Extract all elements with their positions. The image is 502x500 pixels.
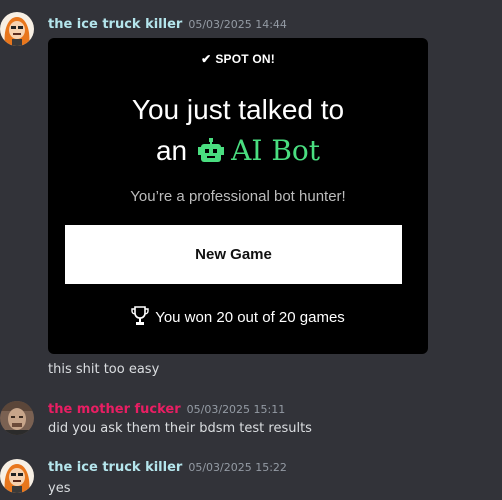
headline-line-2: an AI Bot bbox=[48, 134, 428, 172]
avatar[interactable] bbox=[0, 12, 34, 46]
score-text: You won 20 out of 20 games bbox=[155, 309, 345, 326]
message-header: the ice truck killer 05/03/2025 15:22 bbox=[48, 460, 287, 476]
timestamp: 05/03/2025 15:22 bbox=[188, 461, 287, 474]
game-result-card: ✔ SPOT ON! You just talked to an AI Bot Y… bbox=[48, 38, 428, 354]
message-text: did you ask them their bdsm test results bbox=[48, 421, 312, 436]
username[interactable]: the ice truck killer bbox=[48, 17, 182, 32]
headline-prefix: an bbox=[155, 135, 188, 166]
avatar[interactable] bbox=[0, 401, 34, 435]
avatar[interactable] bbox=[0, 459, 34, 493]
trophy-icon bbox=[131, 306, 149, 330]
message-text: yes bbox=[48, 481, 71, 496]
headline-line-1: You just talked to bbox=[131, 94, 345, 125]
score-line: You won 20 out of 20 games bbox=[48, 306, 428, 330]
username[interactable]: the ice truck killer bbox=[48, 460, 182, 475]
check-icon: ✔ bbox=[201, 52, 212, 66]
username[interactable]: the mother fucker bbox=[48, 402, 181, 417]
message-text: this shit too easy bbox=[48, 362, 160, 377]
timestamp: 05/03/2025 14:44 bbox=[188, 18, 287, 31]
result-label: ✔ SPOT ON! bbox=[201, 52, 275, 66]
robot-icon bbox=[197, 138, 225, 172]
tagline: You’re a professional bot hunter! bbox=[130, 188, 346, 205]
bot-name: AI Bot bbox=[231, 134, 321, 167]
message-header: the mother fucker 05/03/2025 15:11 bbox=[48, 402, 285, 418]
message-header: the ice truck killer 05/03/2025 14:44 bbox=[48, 17, 287, 33]
new-game-button[interactable]: New Game bbox=[65, 225, 402, 284]
timestamp: 05/03/2025 15:11 bbox=[186, 403, 286, 416]
